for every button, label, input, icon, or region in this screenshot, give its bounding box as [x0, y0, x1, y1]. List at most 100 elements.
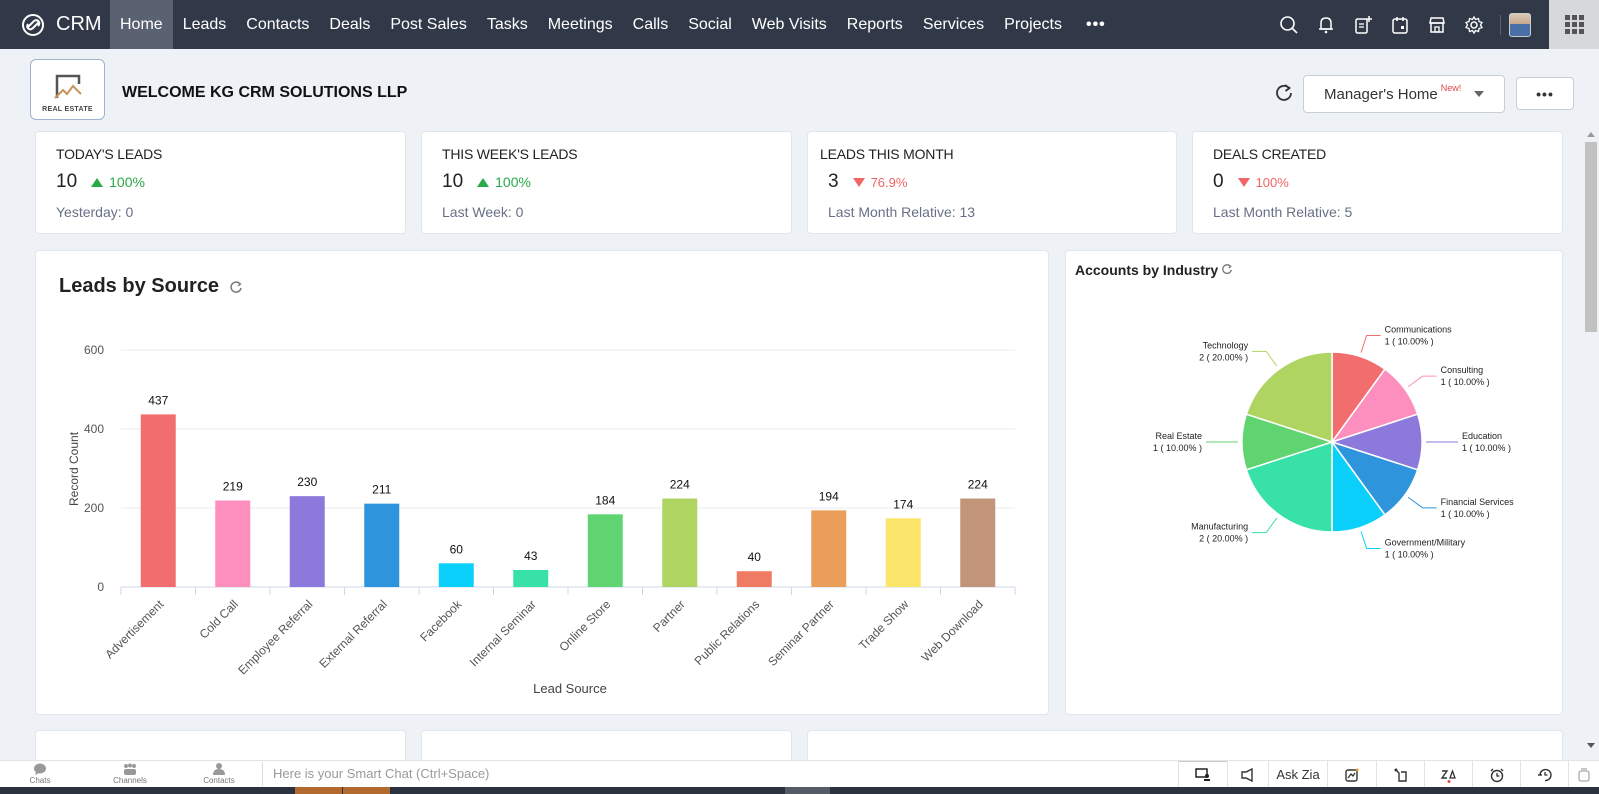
announcements-button[interactable] [1227, 761, 1268, 788]
scroll-thumb[interactable] [1585, 142, 1597, 332]
scroll-down-arrow[interactable] [1587, 743, 1595, 748]
dashboard-more-button[interactable]: ••• [1516, 77, 1574, 110]
bar-online-store[interactable] [587, 514, 623, 587]
leader-line [1407, 375, 1437, 388]
pie-label: Consulting [1441, 365, 1484, 375]
kpi-value: 3 [828, 171, 839, 192]
pie-label: Manufacturing [1191, 522, 1248, 532]
channels-button[interactable]: Channels [100, 763, 160, 788]
data-label: 43 [524, 549, 538, 563]
quick-create-button[interactable] [1344, 0, 1381, 49]
tab-leads[interactable]: Leads [173, 0, 237, 49]
screen-share-icon [1195, 768, 1210, 781]
ask-zia-button[interactable]: Ask Zia [1268, 761, 1327, 788]
bar-seminar-partner[interactable] [811, 510, 847, 587]
pie-value-label: 2 ( 20.00% ) [1199, 534, 1248, 544]
pie-label: Communications [1385, 324, 1453, 334]
analytics-button[interactable] [1327, 761, 1376, 788]
kpi-card-deals-created[interactable]: DEALS CREATED 0 100% Last Month Relative… [1192, 131, 1563, 234]
notes-button[interactable] [1568, 761, 1598, 788]
pie-value-label: 1 ( 10.00% ) [1385, 550, 1434, 560]
tab-post-sales[interactable]: Post Sales [380, 0, 476, 49]
bottom-bar: Chats Channels Contacts Here is your Sma… [0, 760, 1599, 788]
trend-down-icon [852, 177, 865, 187]
nav-tabs: Home Leads Contacts Deals Post Sales Tas… [110, 0, 1120, 49]
screen-share-button[interactable] [1178, 761, 1227, 788]
pie-label: Technology [1203, 340, 1249, 350]
scroll-up-arrow[interactable] [1587, 132, 1595, 137]
pie-value-label: 1 ( 10.00% ) [1441, 377, 1490, 387]
bar-trade-show[interactable] [885, 518, 921, 587]
bar-external-referral[interactable] [364, 503, 400, 587]
bar-web-download[interactable] [960, 498, 996, 587]
data-label: 194 [819, 489, 839, 503]
settings-button[interactable] [1455, 0, 1492, 49]
notifications-button[interactable] [1307, 0, 1344, 49]
marketplace-button[interactable] [1418, 0, 1455, 49]
pie-value-label: 1 ( 10.00% ) [1462, 443, 1511, 453]
dashboard-view-select[interactable]: Manager's Home New! [1303, 75, 1505, 113]
workflow-button[interactable] [1376, 761, 1424, 788]
kpi-value: 0 [1213, 171, 1224, 192]
tab-calls[interactable]: Calls [623, 0, 679, 49]
apps-launcher-button[interactable] [1549, 0, 1599, 49]
tab-projects[interactable]: Projects [994, 0, 1072, 49]
data-label: 219 [223, 479, 243, 493]
page-scrollbar[interactable] [1583, 130, 1599, 760]
bar-partner[interactable] [662, 498, 698, 587]
x-tick-label: Public Relations [692, 597, 763, 668]
bar-facebook[interactable] [438, 563, 474, 587]
bar-employee-referral[interactable] [289, 496, 325, 587]
kpi-title: LEADS THIS MONTH [820, 146, 954, 162]
brand[interactable]: CRM [0, 0, 110, 49]
bar-advertisement[interactable] [140, 414, 176, 587]
reminders-button[interactable] [1472, 761, 1520, 788]
data-label: 40 [748, 550, 762, 564]
kpi-change: 100% [1255, 174, 1289, 190]
x-tick-label: Partner [650, 597, 688, 635]
kpi-change: 100% [495, 174, 531, 190]
tab-reports[interactable]: Reports [837, 0, 913, 49]
bar-cold-call[interactable] [215, 500, 251, 587]
recent-items-button[interactable] [1520, 761, 1568, 788]
contacts-button[interactable]: Contacts [189, 763, 249, 788]
calendar-button[interactable] [1381, 0, 1418, 49]
x-tick-label: Trade Show [856, 597, 912, 653]
zia-icon [1440, 768, 1456, 783]
y-axis-label: Record Count [67, 431, 81, 506]
refresh-dashboard-icon[interactable] [1273, 82, 1295, 104]
kpi-card-todays-leads[interactable]: TODAY'S LEADS 10 100% Yesterday: 0 [35, 131, 406, 234]
bar-public-relations[interactable] [736, 571, 772, 587]
smart-chat-input[interactable]: Here is your Smart Chat (Ctrl+Space) [262, 762, 1062, 786]
kpi-title: TODAY'S LEADS [56, 146, 163, 162]
data-label: 224 [670, 478, 690, 492]
bar-internal-seminar[interactable] [513, 570, 549, 587]
logo-caption: REAL ESTATE [42, 106, 93, 113]
nav-icons [1270, 0, 1531, 49]
kpi-change: 76.9% [870, 174, 908, 190]
more-tabs-button[interactable]: ••• [1072, 0, 1120, 49]
kpi-card-this-weeks-leads[interactable]: THIS WEEK'S LEADS 10 100% Last Week: 0 [421, 131, 792, 234]
channels-label: Channels [113, 776, 147, 785]
chats-button[interactable]: Chats [10, 763, 70, 788]
x-tick-label: Online Store [556, 597, 613, 654]
tab-deals[interactable]: Deals [319, 0, 380, 49]
user-avatar[interactable] [1509, 12, 1531, 37]
tab-services[interactable]: Services [913, 0, 994, 49]
zia-button[interactable] [1424, 761, 1472, 788]
tab-meetings[interactable]: Meetings [538, 0, 623, 49]
history-icon [1537, 768, 1552, 781]
tab-web-visits[interactable]: Web Visits [742, 0, 837, 49]
chart-spark-icon [1345, 768, 1359, 782]
search-button[interactable] [1270, 0, 1307, 49]
taskbar-item [785, 787, 830, 794]
kpi-comparison: Last Month Relative: 13 [828, 204, 976, 220]
pie-value-label: 1 ( 10.00% ) [1385, 336, 1434, 346]
alarm-clock-icon [1490, 768, 1503, 782]
tab-social[interactable]: Social [678, 0, 742, 49]
tab-contacts[interactable]: Contacts [236, 0, 319, 49]
kpi-card-leads-this-month[interactable]: LEADS THIS MONTH 3 76.9% Last Month Rela… [807, 131, 1177, 234]
tab-home[interactable]: Home [110, 0, 173, 49]
tab-tasks[interactable]: Tasks [477, 0, 538, 49]
kpi-title: DEALS CREATED [1213, 146, 1327, 162]
